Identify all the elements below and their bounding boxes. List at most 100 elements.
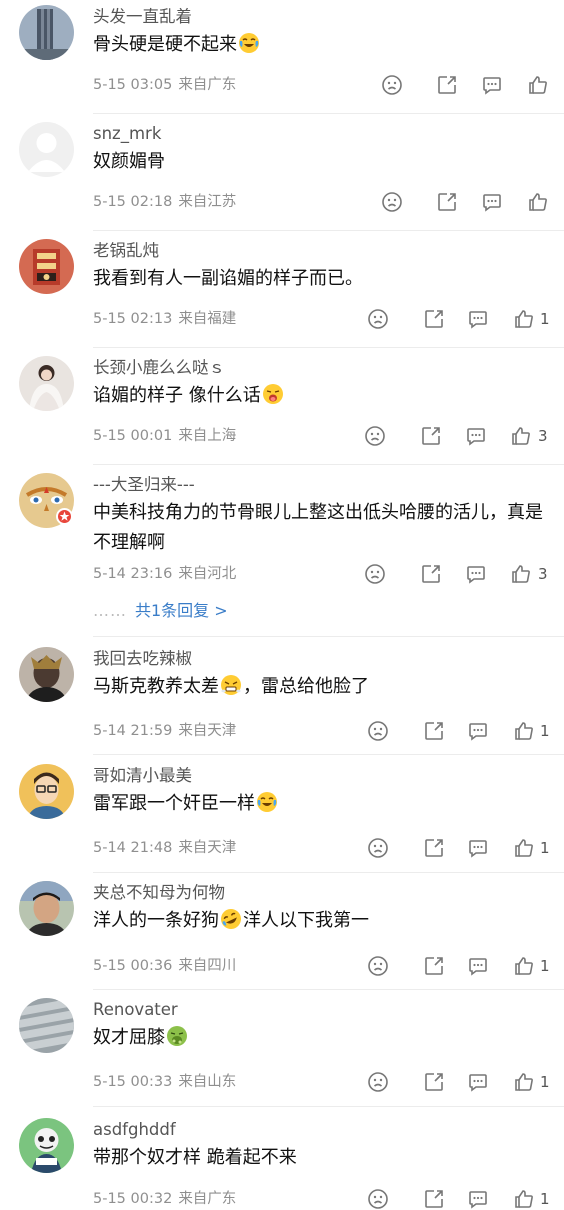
dislike-face-icon[interactable] <box>367 720 389 742</box>
comment-icon[interactable] <box>481 191 503 213</box>
comment-text: 雷军跟一个奸臣一样 <box>93 789 545 819</box>
like-count: 1 <box>540 722 550 740</box>
like-icon[interactable] <box>513 1188 535 1210</box>
like-count: 1 <box>540 310 550 328</box>
comment-meta: 5-15 02:18 来自江苏 <box>93 194 237 210</box>
comment-meta: 5-15 00:32 来自广东 <box>93 1191 237 1207</box>
laugh-cry-emoji-icon <box>256 791 278 813</box>
like-icon[interactable] <box>510 563 532 585</box>
username[interactable]: 哥如清小最美 <box>93 765 192 787</box>
user-avatar[interactable] <box>19 647 74 702</box>
reply-dots: …… <box>93 601 127 620</box>
dislike-face-icon[interactable] <box>364 425 386 447</box>
comment-item: snz_mrk 奴颜媚骨 5-15 02:18 来自江苏 <box>0 117 564 234</box>
like-icon[interactable] <box>513 720 535 742</box>
divider <box>93 872 564 873</box>
comment-text: 谄媚的样子 像什么话 <box>93 381 545 411</box>
user-avatar[interactable] <box>19 998 74 1053</box>
comment-text: 马斯克教养太差 ，雷总给他脸了 <box>93 674 369 697</box>
verified-badge-icon <box>56 508 73 525</box>
share-icon[interactable] <box>423 308 445 330</box>
comment-icon[interactable] <box>467 955 489 977</box>
share-icon[interactable] <box>423 720 445 742</box>
comment-icon[interactable] <box>465 425 487 447</box>
dislike-face-icon[interactable] <box>381 191 403 213</box>
share-icon[interactable] <box>423 1071 445 1093</box>
username[interactable]: 头发一直乱着 <box>93 6 192 28</box>
dislike-face-icon[interactable] <box>381 74 403 96</box>
comment-icon[interactable] <box>467 720 489 742</box>
comment-item: 老锅乱炖 我看到有人一副谄媚的样子而已。 5-15 02:13 来自福建 1 <box>0 234 564 351</box>
share-icon[interactable] <box>420 425 442 447</box>
comment-icon[interactable] <box>481 74 503 96</box>
divider <box>93 464 564 465</box>
username[interactable]: 长颈小鹿么么哒ｓ <box>93 357 225 379</box>
comment-text: 我看到有人一副谄媚的样子而已。 <box>93 268 363 289</box>
like-icon[interactable] <box>513 955 535 977</box>
divider <box>93 230 564 231</box>
divider <box>93 989 564 990</box>
comment-text: 洋人的一条好狗 洋人以下我第一 <box>93 906 545 936</box>
comment-icon[interactable] <box>467 1188 489 1210</box>
comment-icon[interactable] <box>467 837 489 859</box>
view-replies-link[interactable]: …… 共1条回复 > <box>93 600 228 622</box>
dislike-face-icon[interactable] <box>367 308 389 330</box>
dislike-face-icon[interactable] <box>367 955 389 977</box>
like-count: 1 <box>540 957 550 975</box>
user-avatar[interactable] <box>19 356 74 411</box>
username[interactable]: 我回去吃辣椒 <box>93 648 192 670</box>
comment-icon[interactable] <box>465 563 487 585</box>
comment-meta: 5-14 21:59 来自天津 <box>93 723 237 739</box>
angry-steam-emoji-icon <box>220 674 242 696</box>
comment-item: 我回去吃辣椒 马斯克教养太差 ，雷总给他脸了 5-14 21:59 来自天津 1 <box>0 642 564 757</box>
share-icon[interactable] <box>436 191 458 213</box>
like-count: 1 <box>540 1190 550 1208</box>
share-icon[interactable] <box>423 837 445 859</box>
username[interactable]: 老锅乱炖 <box>93 240 159 262</box>
divider <box>93 636 564 637</box>
user-avatar[interactable] <box>19 122 74 177</box>
like-icon[interactable] <box>527 191 549 213</box>
like-icon[interactable] <box>527 74 549 96</box>
dislike-face-icon[interactable] <box>364 563 386 585</box>
like-icon[interactable] <box>513 1071 535 1093</box>
like-count: 1 <box>540 1073 550 1091</box>
like-count: 3 <box>538 565 548 583</box>
like-count: 1 <box>540 839 550 857</box>
comment-icon[interactable] <box>467 1071 489 1093</box>
comment-text: 带那个奴才样 跪着起不来 <box>93 1147 297 1168</box>
rofl-emoji-icon <box>220 908 242 930</box>
username[interactable]: asdfghddf <box>93 1119 176 1141</box>
user-avatar[interactable] <box>19 5 74 60</box>
divider <box>93 754 564 755</box>
share-icon[interactable] <box>423 955 445 977</box>
comment-text: 中美科技角力的节骨眼儿上整这出低头哈腰的活儿，真是不理解啊 <box>93 502 543 553</box>
comment-meta: 5-14 23:16 来自河北 <box>93 566 237 582</box>
like-icon[interactable] <box>510 425 532 447</box>
user-avatar[interactable] <box>19 881 74 936</box>
comment-text: 骨头硬是硬不起来 <box>93 30 545 60</box>
username[interactable]: Renovater <box>93 999 178 1021</box>
user-avatar[interactable] <box>19 239 74 294</box>
comment-icon[interactable] <box>467 308 489 330</box>
dislike-face-icon[interactable] <box>367 1071 389 1093</box>
username[interactable]: snz_mrk <box>93 123 161 145</box>
comment-meta: 5-15 00:36 来自四川 <box>93 958 237 974</box>
like-icon[interactable] <box>513 308 535 330</box>
share-icon[interactable] <box>423 1188 445 1210</box>
laugh-cry-emoji-icon <box>238 32 260 54</box>
comment-text: 奴颜媚骨 <box>93 151 165 172</box>
dislike-face-icon[interactable] <box>367 837 389 859</box>
share-icon[interactable] <box>420 563 442 585</box>
divider <box>93 347 564 348</box>
username[interactable]: 夹总不知母为何物 <box>93 882 225 904</box>
user-avatar[interactable] <box>19 1118 74 1173</box>
comment-item: 头发一直乱着 骨头硬是硬不起来 5-15 03:05 来自广东 <box>0 0 564 117</box>
like-icon[interactable] <box>513 837 535 859</box>
dislike-face-icon[interactable] <box>367 1188 389 1210</box>
comment-text: 奴才屈膝 <box>93 1023 545 1053</box>
username[interactable]: ---大圣归来--- <box>93 474 195 496</box>
user-avatar[interactable] <box>19 764 74 819</box>
comment-item: asdfghddf 带那个奴才样 跪着起不来 5-15 00:32 来自广东 1 <box>0 1113 564 1209</box>
share-icon[interactable] <box>436 74 458 96</box>
